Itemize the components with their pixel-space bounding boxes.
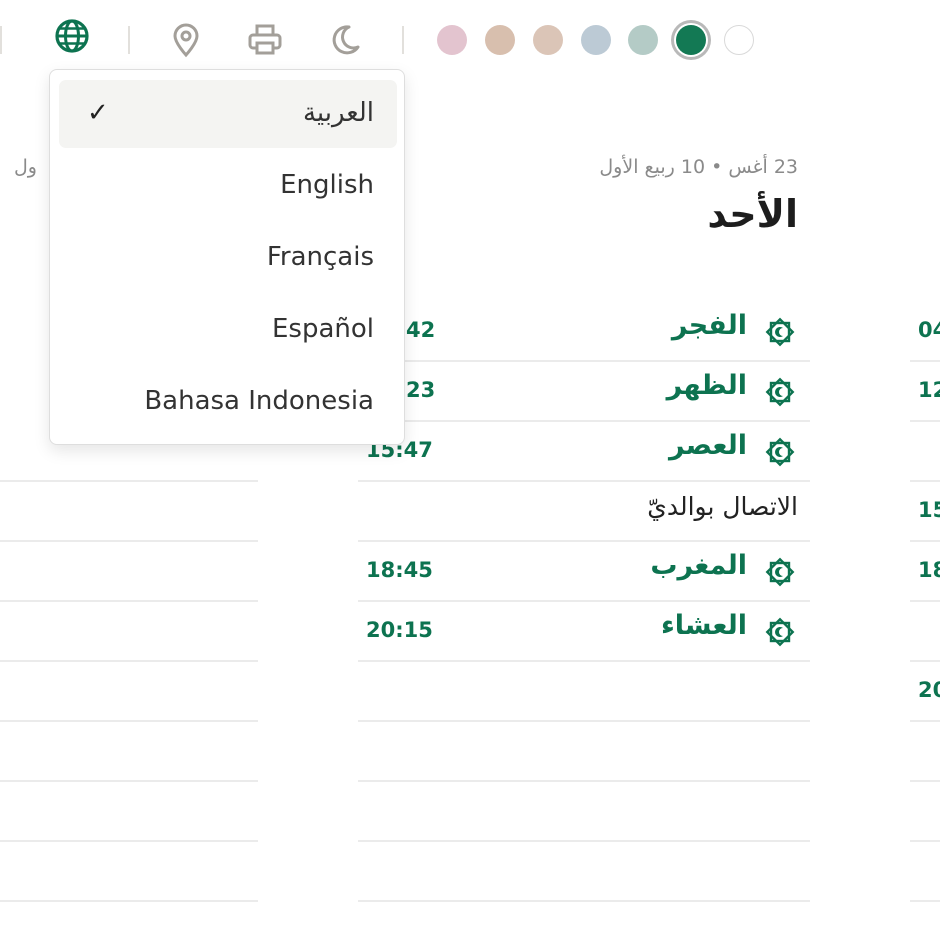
row-divider [910,720,940,722]
prayer-star-icon [765,617,795,647]
row-divider [0,660,258,662]
row-divider [910,600,940,602]
prayer-time-fragment: 18 [918,558,940,582]
dark-mode-button[interactable] [327,22,363,58]
toolbar-divider [128,26,130,54]
toolbar-divider [402,26,404,54]
prayer-time-fragment: 20 [918,678,940,702]
row-divider [358,540,810,542]
prayer-name: الفجر [671,310,747,341]
row-divider [0,720,258,722]
prayer-time-fragment: 15 [918,498,940,522]
moon-icon [332,25,360,55]
row-divider [910,780,940,782]
row-divider [910,360,940,362]
color-swatch[interactable] [628,25,658,55]
date-line: 23 أغس • 10 ربيع الأول [599,156,798,178]
row-divider [358,660,810,662]
row-divider [358,900,810,902]
prayer-name: العصر [668,430,747,461]
language-option-label: العربية [302,98,374,128]
print-button[interactable] [247,22,283,58]
color-swatch[interactable] [437,25,467,55]
row-divider [910,840,940,842]
language-option-spanish[interactable]: Español [59,296,397,364]
row-divider [0,780,258,782]
prayer-time-fragment: 12 [918,378,940,402]
date-line-fragment: ول [14,156,37,178]
prayer-name: الظهر [666,370,747,401]
language-option-english[interactable]: English [59,152,397,220]
row-divider [910,420,940,422]
check-icon: ✓ [87,98,109,128]
printer-icon [248,24,282,55]
language-button[interactable] [54,18,90,54]
row-divider [0,900,258,902]
globe-icon [55,19,89,53]
location-pin-icon [173,23,199,58]
language-option-label: Español [271,314,374,344]
color-swatch[interactable] [581,25,611,55]
prayer-name: العشاء [660,610,747,641]
color-swatch[interactable] [485,25,515,55]
language-option-french[interactable]: Français [59,224,397,292]
language-option-indonesian[interactable]: Bahasa Indonesia [59,368,397,436]
prayer-time-fragment: 04 [918,318,940,342]
language-option-label: Français [266,242,374,272]
prayer-star-icon [765,437,795,467]
color-swatch[interactable] [676,25,706,55]
prayer-name: المغرب [650,550,747,581]
color-swatch[interactable] [724,25,754,55]
row-divider [910,540,940,542]
row-divider [358,420,810,422]
location-button[interactable] [168,22,204,58]
row-divider [358,480,810,482]
row-divider [0,600,258,602]
row-divider [358,360,810,362]
prayer-star-icon [765,317,795,347]
prayer-time: 18:45 [366,558,433,582]
row-divider [910,480,940,482]
prayer-star-icon [765,377,795,407]
language-option-label: Bahasa Indonesia [144,386,374,416]
prayer-star-icon [765,557,795,587]
row-divider [0,480,258,482]
row-divider [358,780,810,782]
language-option-arabic[interactable]: ✓ العربية [59,80,397,148]
language-menu: ✓ العربية English Français Español Bahas… [49,69,405,445]
row-divider [358,840,810,842]
row-divider [0,540,258,542]
row-divider [358,720,810,722]
row-divider [910,900,940,902]
prayer-time: 42 [406,318,436,342]
toolbar-divider [0,26,2,54]
prayer-time: 23 [406,378,436,402]
color-swatch[interactable] [533,25,563,55]
prayer-time: 20:15 [366,618,433,642]
language-option-label: English [280,170,374,200]
day-title: الأحد [707,192,798,236]
calendar-event[interactable]: الاتصال بوالديّ [647,492,798,521]
row-divider [0,840,258,842]
row-divider [910,660,940,662]
row-divider [358,600,810,602]
